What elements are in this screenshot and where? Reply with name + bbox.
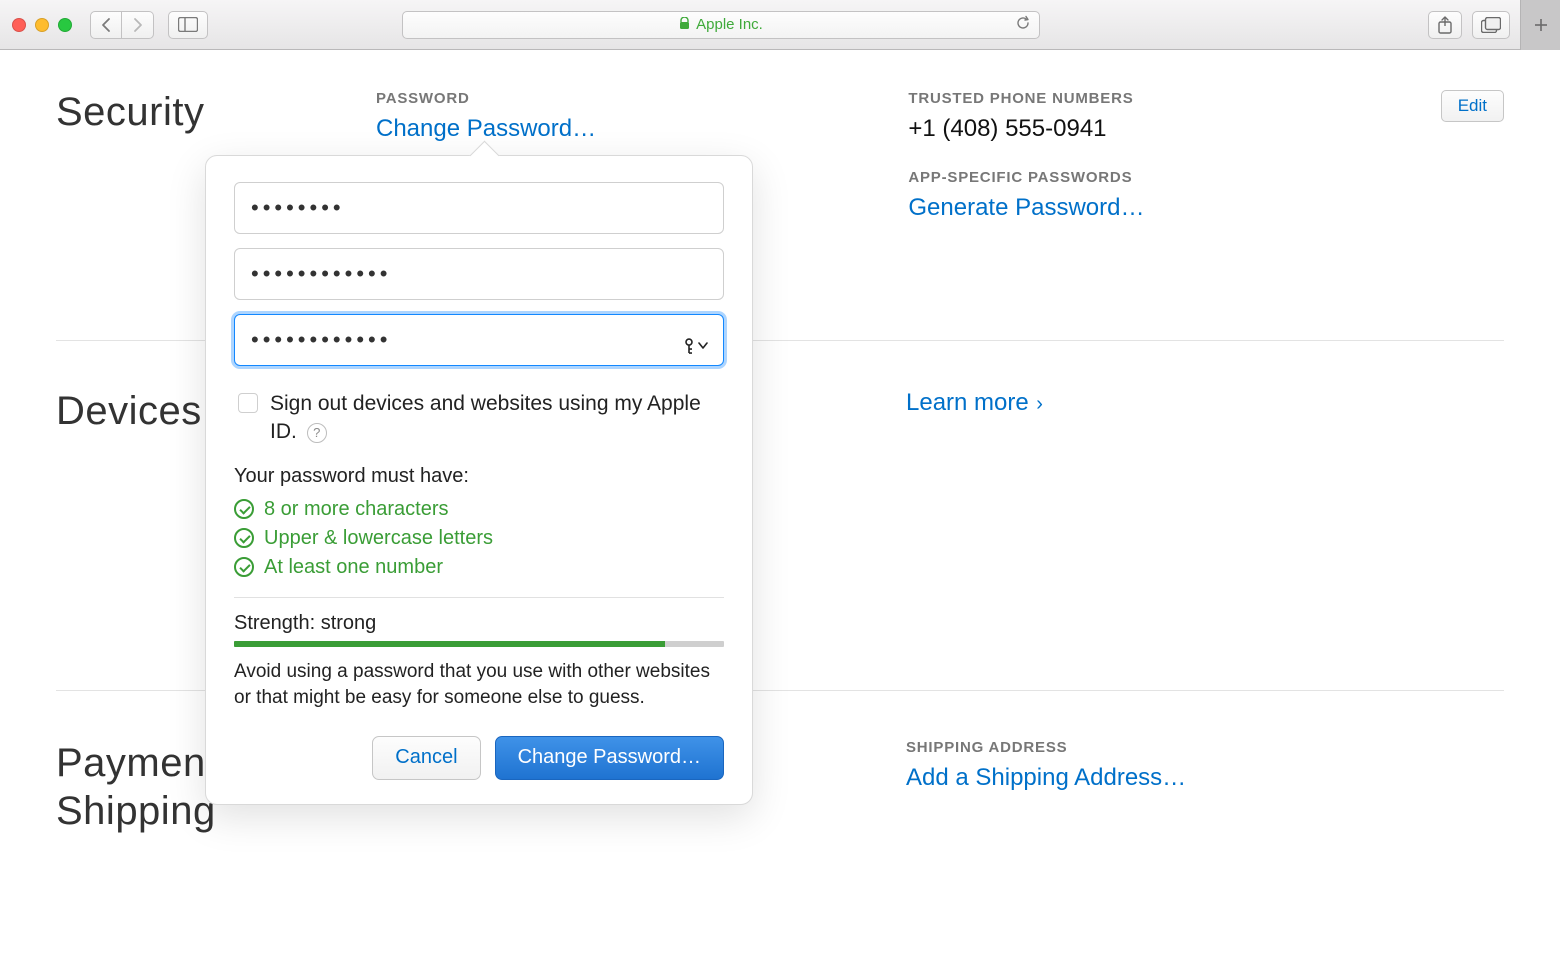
toolbar-right [1428,0,1548,50]
help-icon[interactable]: ? [307,423,327,443]
tabs-icon [1481,17,1501,33]
key-icon [682,338,696,354]
trusted-numbers-header: TRUSTED PHONE NUMBERS [908,90,1400,107]
change-password-popover: Sign out devices and websites using my A… [205,155,753,805]
password-advice-text: Avoid using a password that you use with… [234,659,724,712]
close-window-button[interactable] [12,18,26,32]
password-req-text: At least one number [264,556,443,579]
chevron-left-icon [100,17,112,33]
address-bar-text: Apple Inc. [696,16,763,33]
minimize-window-button[interactable] [35,18,49,32]
password-requirements-list: 8 or more characters Upper & lowercase l… [234,498,724,579]
chevron-right-icon [132,17,144,33]
trusted-number-value: +1 (408) 555-0941 [908,115,1400,143]
back-button[interactable] [90,11,122,39]
signout-devices-checkbox[interactable] [238,393,258,413]
zoom-window-button[interactable] [58,18,72,32]
app-specific-passwords-header: APP-SPECIFIC PASSWORDS [908,169,1400,186]
password-strength-bar [234,641,724,647]
forward-button[interactable] [122,11,154,39]
password-req-text: Upper & lowercase letters [264,527,493,550]
password-strength-fill [234,641,665,647]
devices-learn-more-link[interactable]: Learn more › [906,389,1043,416]
nav-buttons [90,11,154,39]
password-req-item: At least one number [234,556,724,579]
password-req-text: 8 or more characters [264,498,449,521]
plus-icon [1533,17,1549,33]
password-req-item: Upper & lowercase letters [234,527,724,550]
safari-toolbar: Apple Inc. [0,0,1560,50]
password-requirements-heading: Your password must have: [234,465,724,488]
share-button[interactable] [1428,11,1462,39]
change-password-link[interactable]: Change Password… [376,115,596,142]
signout-devices-label-text: Sign out devices and websites using my A… [270,392,701,443]
share-icon [1437,16,1453,34]
sidebar-icon [178,17,198,32]
signout-devices-label: Sign out devices and websites using my A… [270,390,724,447]
popover-actions: Cancel Change Password… [234,736,724,780]
shipping-address-header: SHIPPING ADDRESS [906,739,1396,756]
lock-icon [679,17,690,33]
window-controls [12,18,72,32]
tabs-button[interactable] [1472,11,1510,39]
check-icon [234,557,254,577]
generate-app-password-link[interactable]: Generate Password… [908,194,1144,221]
add-shipping-address-link[interactable]: Add a Shipping Address… [906,764,1186,791]
check-icon [234,499,254,519]
password-autofill-button[interactable] [682,338,708,354]
new-password-input[interactable] [234,248,724,300]
password-req-item: 8 or more characters [234,498,724,521]
change-password-submit-button[interactable]: Change Password… [495,736,724,780]
chevron-right-icon: › [1031,393,1043,415]
chevron-down-icon [698,342,708,350]
address-bar[interactable]: Apple Inc. [402,11,1040,39]
reload-icon [1015,15,1031,31]
check-icon [234,528,254,548]
current-password-input[interactable] [234,182,724,234]
security-edit-button[interactable]: Edit [1441,90,1504,122]
page-content: Security PASSWORD Change Password… TRUST… [0,50,1560,978]
reload-button[interactable] [1015,15,1031,35]
confirm-password-input[interactable] [234,314,724,366]
sidebar-toggle-button[interactable] [168,11,208,39]
cancel-button[interactable]: Cancel [372,736,480,780]
password-strength-label: Strength: strong [234,597,724,635]
password-header: PASSWORD [376,90,868,107]
new-tab-button[interactable] [1520,0,1560,50]
devices-learn-more-text: Learn more [906,389,1029,416]
